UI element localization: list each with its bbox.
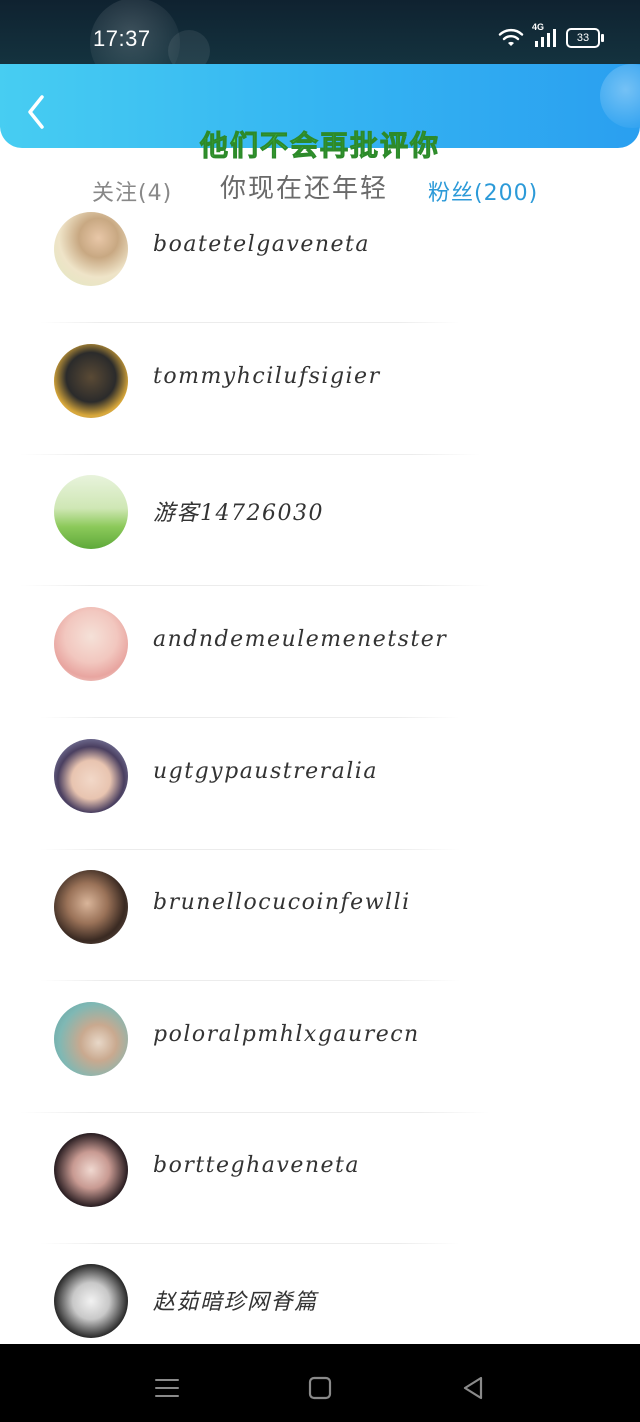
divider (20, 454, 480, 455)
avatar[interactable] (54, 1002, 128, 1076)
decorative-bubble (600, 64, 640, 128)
divider (20, 1112, 490, 1113)
menu-button[interactable] (147, 1368, 187, 1408)
back-nav-button[interactable] (453, 1368, 493, 1408)
avatar[interactable] (54, 1133, 128, 1207)
avatar[interactable] (54, 870, 128, 944)
list-item[interactable]: andndemeulemenetster (0, 590, 640, 721)
divider (40, 322, 460, 323)
signal-icon: 4G (532, 22, 556, 48)
home-button[interactable] (300, 1368, 340, 1408)
username: 游客14726030 (153, 501, 324, 526)
avatar[interactable] (54, 475, 128, 549)
list-item[interactable]: ugtgypaustreralia (0, 722, 640, 853)
list-item[interactable]: 游客14726030 (0, 458, 640, 589)
divider (20, 585, 490, 586)
avatar[interactable] (54, 607, 128, 681)
status-time: 17:37 (93, 26, 151, 51)
divider (40, 849, 460, 850)
username: poloralpmhlxgaurecn (153, 1022, 420, 1047)
status-bar: 17:37 4G 33 (0, 0, 640, 88)
menu-icon (155, 1379, 179, 1397)
username: brunellocucoinfewlli (153, 890, 411, 915)
list-item[interactable]: poloralpmhlxgaurecn (0, 985, 640, 1116)
avatar[interactable] (54, 739, 128, 813)
list-item[interactable]: boatetelgaveneta (0, 195, 640, 326)
username: tommyhcilufsigier (153, 364, 381, 389)
home-icon (308, 1376, 332, 1400)
battery-icon: 33 (566, 28, 604, 48)
wifi-icon (498, 28, 524, 48)
back-triangle-icon (463, 1376, 483, 1400)
list-item[interactable]: tommyhcilufsigier (0, 327, 640, 458)
divider (40, 1243, 460, 1244)
avatar[interactable] (54, 344, 128, 418)
banner-text: 他们不会再批评你 (199, 129, 440, 163)
battery-level: 33 (576, 32, 590, 44)
username: andndemeulemenetster (153, 627, 448, 652)
avatar[interactable] (54, 212, 128, 286)
list-item[interactable]: brunellocucoinfewlli (0, 853, 640, 984)
navigation-bar (0, 1344, 640, 1422)
divider (40, 717, 460, 718)
username: ugtgypaustreralia (153, 759, 378, 784)
network-type: 4G (532, 22, 545, 32)
status-icons: 4G 33 (498, 22, 604, 48)
avatar[interactable] (54, 1264, 128, 1338)
divider (40, 980, 460, 981)
username: 赵茹暗珍网脊篇 (153, 1290, 318, 1315)
username: bortteghaveneta (153, 1153, 361, 1178)
list-item[interactable]: bortteghaveneta (0, 1116, 640, 1247)
username: boatetelgaveneta (153, 232, 370, 257)
